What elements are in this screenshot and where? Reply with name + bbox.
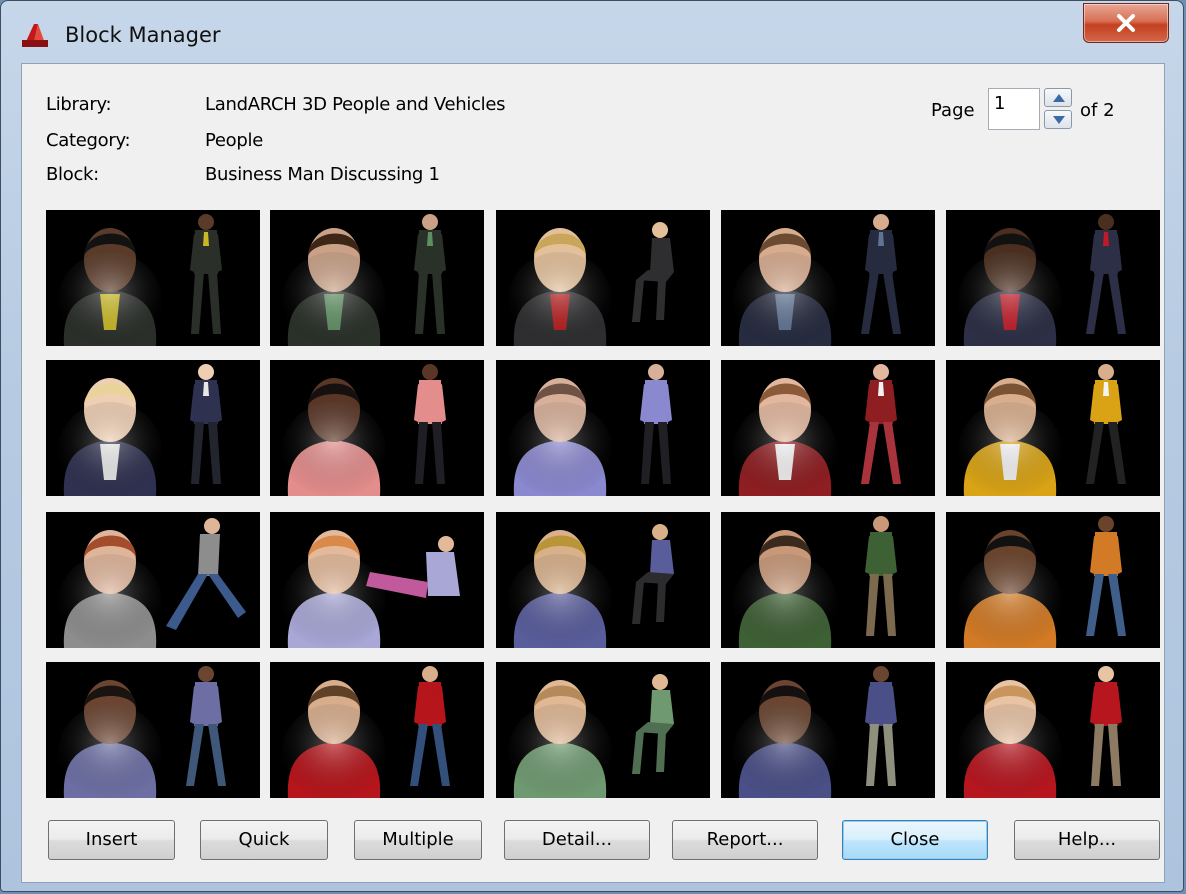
person-preview-icon [508,524,674,648]
block-thumbnail[interactable] [946,512,1160,648]
block-thumbnail[interactable] [46,360,260,496]
block-thumbnail[interactable] [46,512,260,648]
person-preview-icon [282,214,446,346]
autocad-app-icon [22,24,48,47]
page-spinner [1044,88,1074,130]
block-thumbnail[interactable] [46,662,260,798]
quick-button[interactable]: Quick [200,820,328,860]
block-thumbnail[interactable] [496,662,710,798]
block-thumbnail[interactable] [46,210,260,346]
window-close-button[interactable] [1083,3,1169,43]
block-label: Block: [46,164,99,185]
close-button[interactable]: Close [842,820,988,860]
arrow-up-icon [1053,94,1065,102]
close-icon [1117,14,1135,32]
person-preview-icon [58,364,222,496]
person-preview-icon [508,674,674,798]
person-preview-icon [733,364,901,496]
block-thumbnail[interactable] [946,210,1160,346]
help-button[interactable]: Help... [1014,820,1160,860]
person-preview-icon [958,666,1122,798]
page-down-button[interactable] [1044,110,1072,129]
person-preview-icon [58,518,246,648]
person-preview-icon [508,364,672,496]
block-thumbnail[interactable] [721,360,935,496]
block-value: Business Man Discussing 1 [205,164,440,185]
page-count-label: of 2 [1080,100,1115,121]
person-preview-icon [958,214,1126,346]
arrow-down-icon [1053,116,1065,124]
person-preview-icon [58,666,226,798]
library-value: LandARCH 3D People and Vehicles [205,94,506,115]
page-up-button[interactable] [1044,88,1072,107]
block-thumbnail[interactable] [270,662,484,798]
block-thumbnail[interactable] [496,210,710,346]
person-preview-icon [282,666,450,798]
person-preview-icon [733,516,897,648]
person-preview-icon [958,516,1126,648]
page-label: Page [931,100,975,121]
block-thumbnail[interactable] [270,360,484,496]
block-thumbnail[interactable] [496,512,710,648]
block-thumbnail[interactable] [270,210,484,346]
block-thumbnail[interactable] [946,360,1160,496]
library-label: Library: [46,94,112,115]
person-preview-icon [733,214,901,346]
person-preview-icon [282,364,446,496]
block-thumbnail[interactable] [946,662,1160,798]
page-number-input[interactable]: 1 [988,88,1040,130]
dialog-client-area: Library: LandARCH 3D People and Vehicles… [21,63,1165,883]
block-thumbnail-grid [46,210,1163,798]
multiple-button[interactable]: Multiple [354,820,482,860]
block-thumbnail[interactable] [496,360,710,496]
block-thumbnail[interactable] [721,210,935,346]
window-title: Block Manager [65,23,221,47]
category-label: Category: [46,130,131,151]
insert-button[interactable]: Insert [48,820,175,860]
block-manager-window: Block Manager Library: LandARCH 3D Peopl… [0,0,1184,892]
block-thumbnail[interactable] [270,512,484,648]
detail-button[interactable]: Detail... [504,820,650,860]
block-thumbnail[interactable] [721,662,935,798]
block-thumbnail[interactable] [721,512,935,648]
report-button[interactable]: Report... [672,820,818,860]
person-preview-icon [282,530,460,648]
category-value: People [205,130,264,151]
person-preview-icon [958,364,1126,496]
person-preview-icon [508,222,674,346]
title-bar[interactable]: Block Manager [1,1,1183,61]
person-preview-icon [733,666,897,798]
person-preview-icon [58,214,222,346]
